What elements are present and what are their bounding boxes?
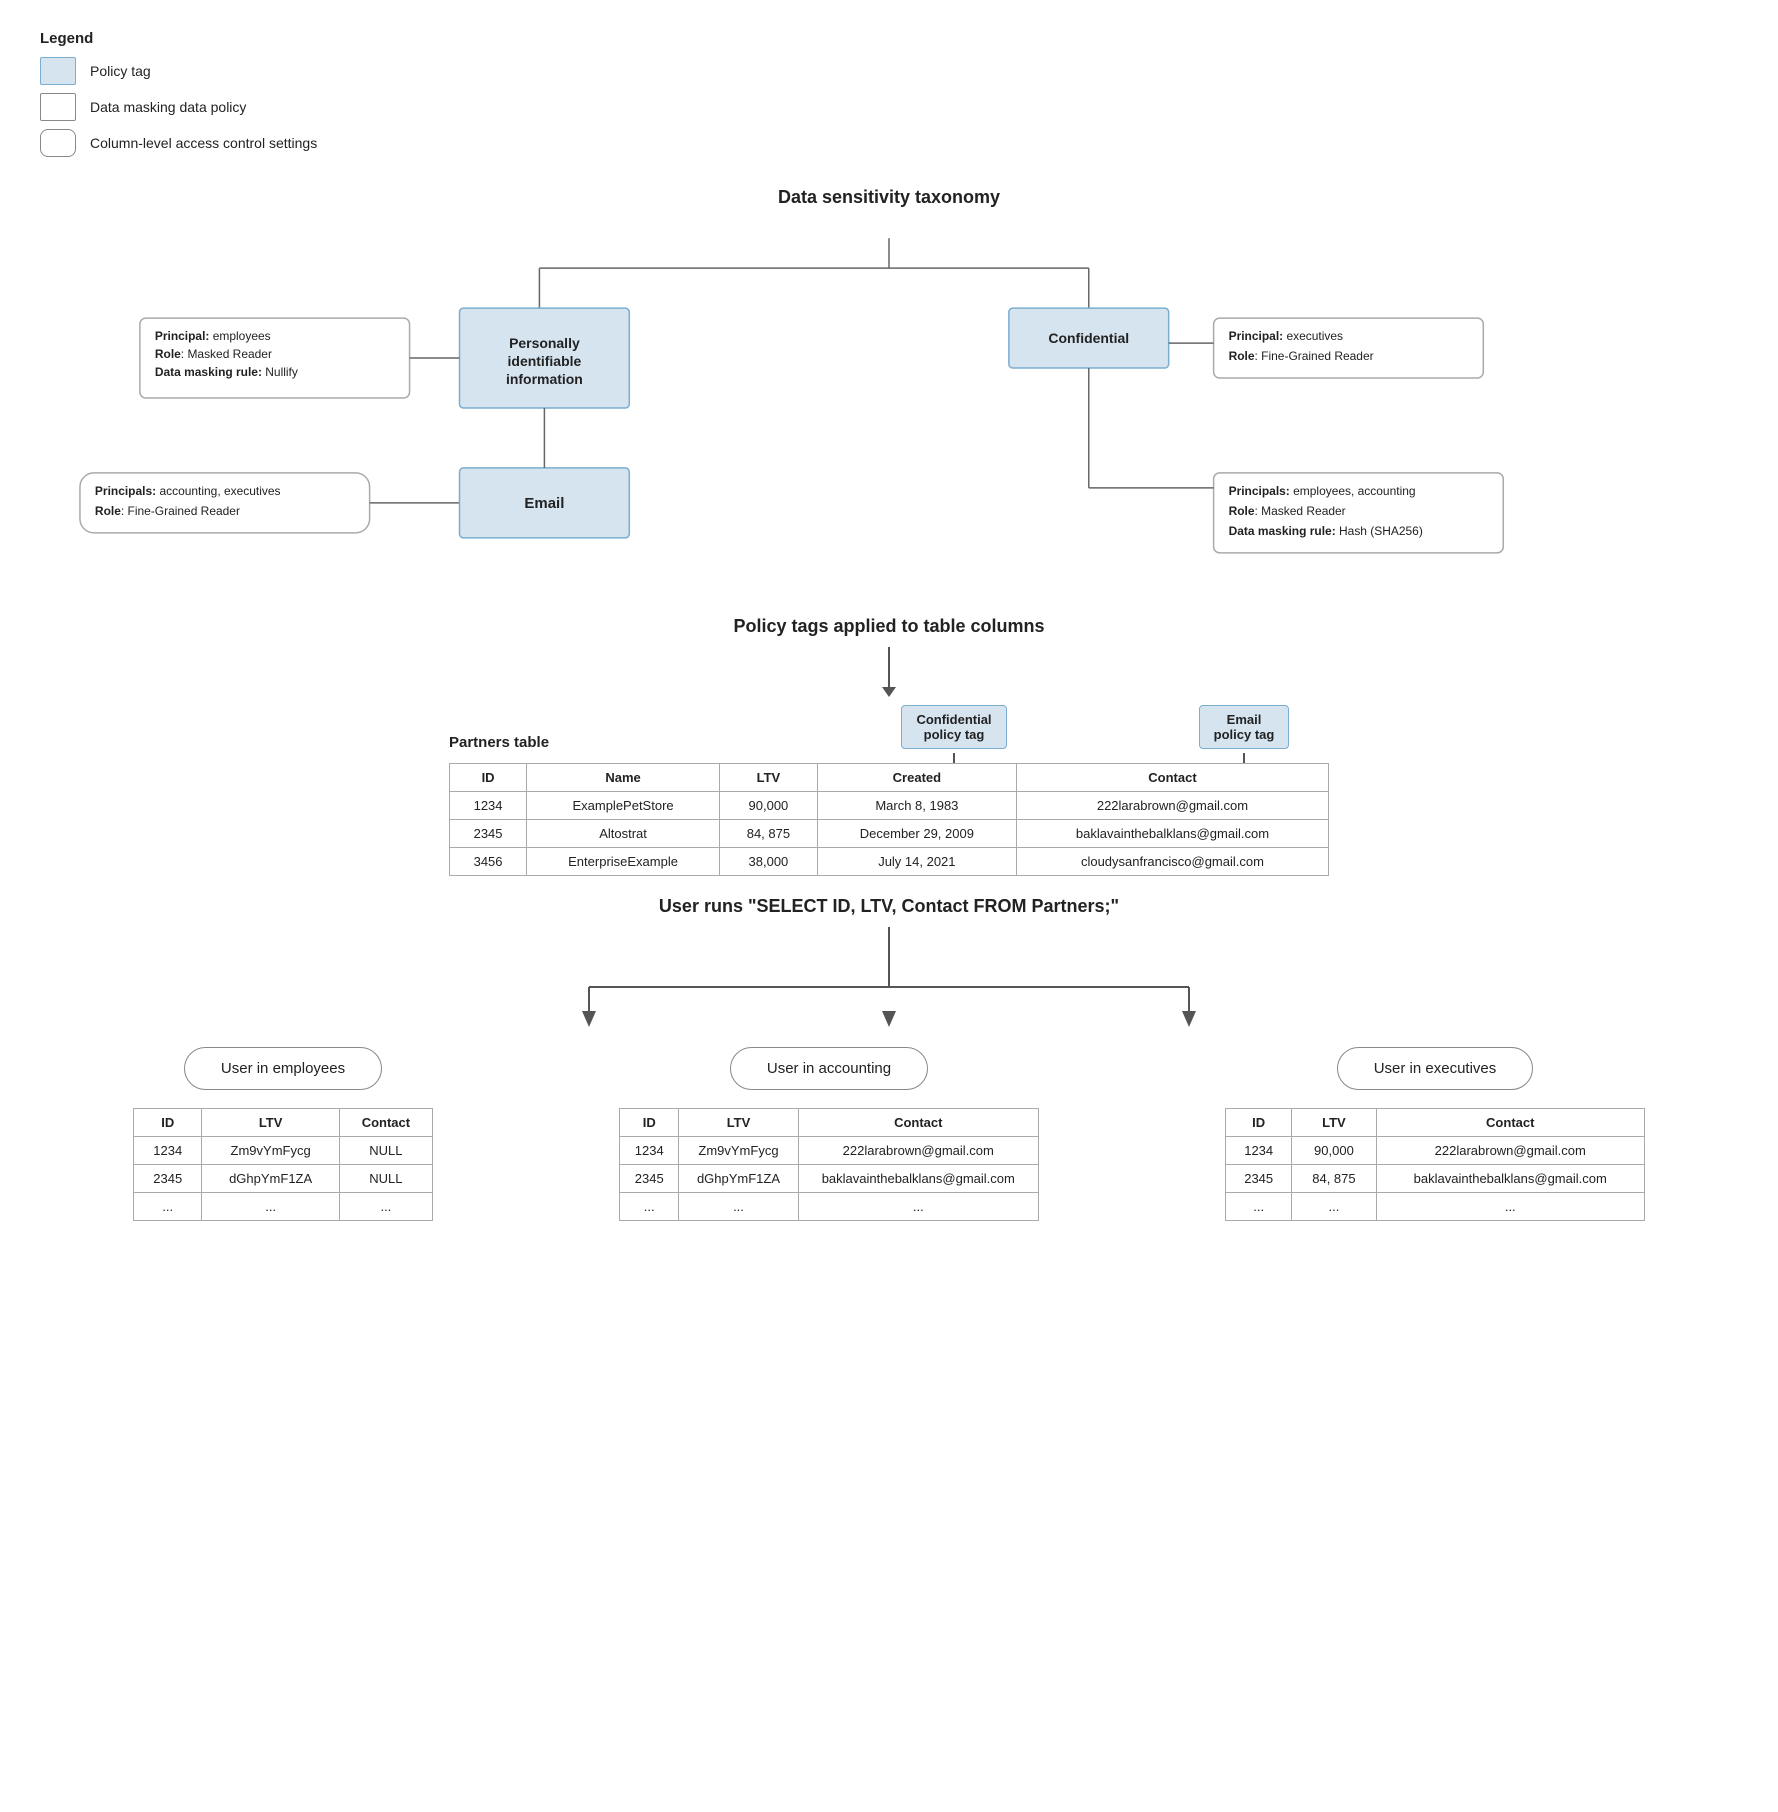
svg-text:Principal: executives: Principal: executives — [1229, 329, 1343, 343]
legend-item-column-access: Column-level access control settings — [40, 129, 1738, 157]
policy-tags-title: Policy tags applied to table columns — [40, 616, 1738, 637]
table-row: 2345 dGhpYmF1ZA NULL — [134, 1165, 433, 1193]
table-row: ... ... ... — [134, 1193, 433, 1221]
legend-title: Legend — [40, 30, 1738, 47]
table-row: 3456 EnterpriseExample 38,000 July 14, 2… — [450, 848, 1329, 876]
policy-tags-arrow — [40, 647, 1738, 697]
exec-col-ltv: LTV — [1292, 1109, 1376, 1137]
user-results: User in employees ID LTV Contact 1234 Zm… — [40, 1047, 1738, 1221]
svg-text:Principal: employees: Principal: employees — [155, 329, 271, 343]
table-row: 1234 ExamplePetStore 90,000 March 8, 198… — [450, 792, 1329, 820]
legend-item-policy-tag: Policy tag — [40, 57, 1738, 85]
taxonomy-title: Data sensitivity taxonomy — [40, 187, 1738, 208]
legend-item-data-masking: Data masking data policy — [40, 93, 1738, 121]
emp-col-contact: Contact — [339, 1109, 432, 1137]
legend-icon-policy-tag — [40, 57, 76, 85]
user-accounting-pill: User in accounting — [730, 1047, 928, 1090]
svg-text:identifiable: identifiable — [508, 353, 582, 369]
exec-col-contact: Contact — [1376, 1109, 1645, 1137]
table-row: 2345 Altostrat 84, 875 December 29, 2009… — [450, 820, 1329, 848]
acc-col-contact: Contact — [798, 1109, 1038, 1137]
legend-label-data-masking: Data masking data policy — [90, 99, 246, 115]
svg-text:Role: Masked Reader: Role: Masked Reader — [1229, 504, 1346, 518]
svg-text:Role: Fine-Grained Reader: Role: Fine-Grained Reader — [1229, 349, 1374, 363]
table-row: ... ... ... — [1226, 1193, 1645, 1221]
svg-text:Data masking rule: Nullify: Data masking rule: Nullify — [155, 365, 298, 379]
taxonomy-svg: Personally identifiable information Conf… — [40, 218, 1738, 598]
table-row: 1234 90,000 222larabrown@gmail.com — [1226, 1137, 1645, 1165]
query-title: User runs "SELECT ID, LTV, Contact FROM … — [40, 896, 1738, 917]
table-row: ... ... ... — [620, 1193, 1039, 1221]
col-created: Created — [817, 764, 1016, 792]
svg-text:Principals: employees, account: Principals: employees, accounting — [1229, 484, 1416, 498]
legend-icon-data-masking — [40, 93, 76, 121]
taxonomy-diagram: Personally identifiable information Conf… — [40, 218, 1738, 598]
exec-col-id: ID — [1226, 1109, 1292, 1137]
col-contact: Contact — [1016, 764, 1328, 792]
legend-icon-column-access — [40, 129, 76, 157]
partners-table-label: Partners table — [449, 734, 699, 759]
legend-label-column-access: Column-level access control settings — [90, 135, 317, 151]
table-row: 1234 Zm9vYmFycg 222larabrown@gmail.com — [620, 1137, 1039, 1165]
user-employees-col: User in employees ID LTV Contact 1234 Zm… — [133, 1047, 433, 1221]
user-accounting-col: User in accounting ID LTV Contact 1234 Z… — [619, 1047, 1039, 1221]
acc-col-ltv: LTV — [679, 1109, 798, 1137]
svg-text:Role: Masked Reader: Role: Masked Reader — [155, 347, 272, 361]
user-employees-pill: User in employees — [184, 1047, 382, 1090]
svg-text:Email: Email — [524, 495, 564, 512]
table-row: 2345 84, 875 baklavainthebalklans@gmail.… — [1226, 1165, 1645, 1193]
table-row: 1234 Zm9vYmFycg NULL — [134, 1137, 433, 1165]
table-row: 2345 dGhpYmF1ZA baklavainthebalklans@gma… — [620, 1165, 1039, 1193]
col-ltv: LTV — [720, 764, 818, 792]
branch-arrows — [40, 927, 1738, 1027]
svg-text:Personally: Personally — [509, 335, 580, 351]
svg-text:Role: Fine-Grained Reader: Role: Fine-Grained Reader — [95, 504, 240, 518]
employees-table: ID LTV Contact 1234 Zm9vYmFycg NULL 2345… — [133, 1108, 433, 1221]
user-executives-col: User in executives ID LTV Contact 1234 9… — [1225, 1047, 1645, 1221]
svg-text:Data masking rule: Hash (SHA25: Data masking rule: Hash (SHA256) — [1229, 524, 1423, 538]
accounting-table: ID LTV Contact 1234 Zm9vYmFycg 222larabr… — [619, 1108, 1039, 1221]
col-id: ID — [450, 764, 527, 792]
email-policy-tag-label: Email policy tag — [1199, 705, 1290, 749]
svg-text:information: information — [506, 371, 583, 387]
legend-label-policy-tag: Policy tag — [90, 63, 151, 79]
emp-col-ltv: LTV — [202, 1109, 339, 1137]
partners-table-section: Partners table Confidential policy tag E… — [40, 705, 1738, 876]
confidential-policy-tag-label: Confidential policy tag — [901, 705, 1006, 749]
svg-text:Confidential: Confidential — [1048, 330, 1129, 346]
partners-table: ID Name LTV Created Contact 1234 Example… — [449, 763, 1329, 876]
col-name: Name — [527, 764, 720, 792]
executives-table: ID LTV Contact 1234 90,000 222larabrown@… — [1225, 1108, 1645, 1221]
acc-col-id: ID — [620, 1109, 679, 1137]
legend: Legend Policy tag Data masking data poli… — [40, 30, 1738, 157]
emp-col-id: ID — [134, 1109, 202, 1137]
user-executives-pill: User in executives — [1337, 1047, 1534, 1090]
branch-arrows-svg — [439, 927, 1339, 1027]
svg-text:Principals: accounting, execut: Principals: accounting, executives — [95, 484, 281, 498]
